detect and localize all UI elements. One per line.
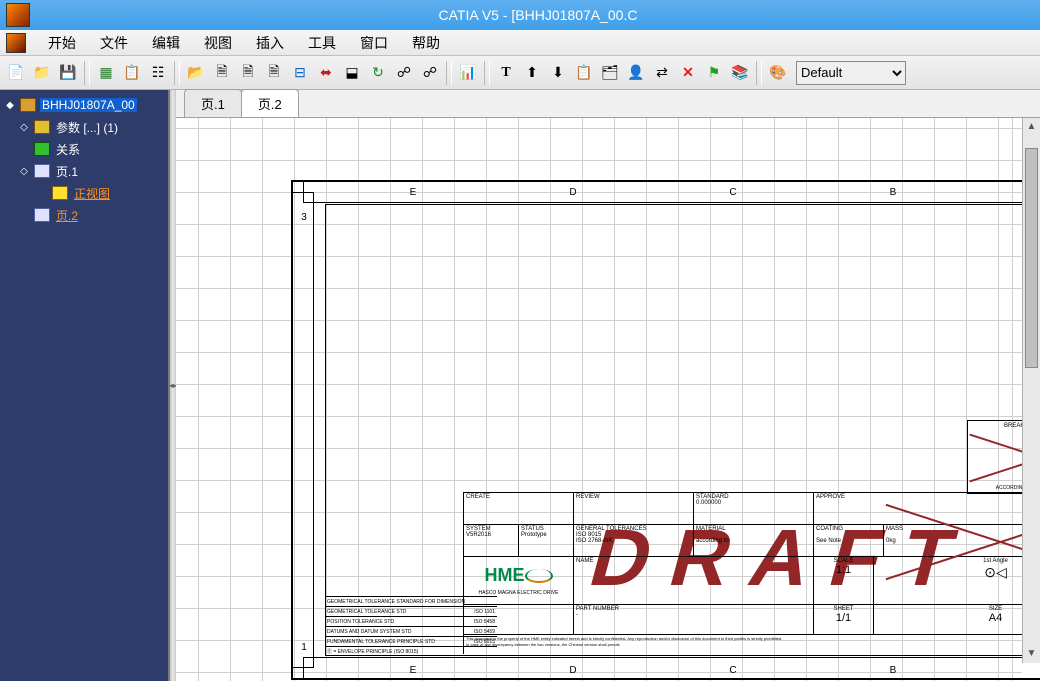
company-logo: HME [485, 565, 553, 586]
angle-cell: 1st Angle⊙◁ [873, 557, 1040, 604]
doc-icon[interactable] [6, 33, 26, 53]
std-r2: POSITION TOLERANCE STDISO 5458 [325, 616, 497, 626]
tree-sheet1[interactable]: ◇页.1 [2, 160, 166, 182]
ref-icon[interactable]: ⬓ [340, 61, 364, 85]
std-r5: Ⓔ = ENVELOPE PRINCIPLE (ISO 8015) [325, 646, 497, 656]
chart-icon[interactable]: 📊 [456, 61, 480, 85]
standards-table: GEOMETRICAL TOLERANCE STANDARD FOR DIMEN… [325, 596, 497, 656]
flag-icon[interactable]: ⚑ [702, 61, 726, 85]
sheet-icon [34, 208, 50, 222]
new-icon[interactable]: 📄 [4, 61, 28, 85]
approve-label: APPROVE [813, 493, 1040, 524]
system-cell: SYSTEMV5R2016 [463, 525, 518, 556]
table-icon[interactable]: ▦ [94, 61, 118, 85]
drawing-canvas[interactable]: E D C B A E D C B A 3 1 2 1 [176, 118, 1022, 681]
books-icon[interactable]: 📚 [728, 61, 752, 85]
create-label: CREATE [463, 493, 573, 524]
sheet-icon [34, 164, 50, 178]
workspace: ◆BHHJ01807A_00 ◇参数 [...] (1) 关系 ◇页.1 正视图… [0, 90, 1040, 681]
save-icon[interactable]: 💾 [56, 61, 80, 85]
relations-icon [34, 142, 50, 156]
menu-window[interactable]: 窗口 [348, 31, 400, 55]
legal-cell: This document is the property of the HME… [463, 635, 1040, 654]
menu-edit[interactable]: 编辑 [140, 31, 192, 55]
drawing-area: 页.1 页.2 E D C B A E D C B A 3 1 [176, 90, 1040, 681]
delete-icon[interactable]: ✕ [676, 61, 700, 85]
menu-tools[interactable]: 工具 [296, 31, 348, 55]
tree-icon[interactable]: ⊟ [288, 61, 312, 85]
text-icon[interactable]: T [494, 61, 518, 85]
coating-cell: COATINGSee Note [813, 525, 883, 556]
export-dn-icon[interactable]: ⬇ [546, 61, 570, 85]
doc-icon-3[interactable]: 🗎 [262, 61, 286, 85]
scroll-up-icon[interactable]: ▲ [1023, 118, 1040, 136]
sheet-cell: SHEET1/1 [813, 605, 873, 634]
axis-left [292, 192, 314, 668]
tree-root[interactable]: ◆BHHJ01807A_00 [2, 94, 166, 116]
scroll-thumb[interactable] [1025, 148, 1038, 368]
palette-icon[interactable]: 🎨 [766, 61, 790, 85]
drawing-viewport: E D C B A E D C B A 3 1 2 1 [176, 118, 1040, 681]
scroll-down-icon[interactable]: ▼ [1023, 645, 1040, 663]
axis-top [303, 181, 1040, 203]
title-block: CREATE REVIEW STANDARD0.000000 APPROVE S… [463, 492, 1040, 656]
style-select[interactable]: Default [796, 61, 906, 85]
spec-tree[interactable]: ◆BHHJ01807A_00 ◇参数 [...] (1) 关系 ◇页.1 正视图… [0, 90, 170, 681]
swap-icon[interactable]: ⇄ [650, 61, 674, 85]
gentol-cell: GENERAL TOLERANCESISO 8015ISO 2768-mK [573, 525, 693, 556]
std-r3: DATUMS AND DATUM SYSTEM STDISO 5459 [325, 626, 497, 636]
scale-cell: SCALE1:1 [813, 557, 873, 604]
vertical-scrollbar[interactable]: ▲ ▼ [1022, 118, 1040, 663]
mass-cell: MASS0kg [883, 525, 1040, 556]
tree-params[interactable]: ◇参数 [...] (1) [2, 116, 166, 138]
user-icon[interactable]: 👤 [624, 61, 648, 85]
drawing-icon [20, 98, 36, 112]
name-cell: NAME [573, 557, 813, 604]
toolbar: 📄 📁 💾 ▦ 📋 ☷ 📂 🗎 🗎 🗎 ⊟ ⬌ ⬓ ↻ ☍ ☍ 📊 T ⬆ ⬇ … [0, 56, 1040, 90]
clipboard-icon[interactable]: 📋 [572, 61, 596, 85]
std-r4: FUNDAMENTAL TOLERANCE PRINCIPLE STDISO 8… [325, 636, 497, 646]
doc-icon-2[interactable]: 🗎 [236, 61, 260, 85]
doc-icon-1[interactable]: 🗎 [210, 61, 234, 85]
sheet-icon[interactable]: 📋 [120, 61, 144, 85]
tab-sheet1[interactable]: 页.1 [184, 89, 242, 117]
status-cell: STATUSPrototype [518, 525, 573, 556]
window-title: CATIA V5 - [BHHJ01807A_00.C [36, 7, 1040, 23]
review-label: REVIEW [573, 493, 693, 524]
sheet-frame: E D C B A E D C B A 3 1 2 1 [291, 180, 1040, 680]
menu-view[interactable]: 视图 [192, 31, 244, 55]
axis-bottom [303, 657, 1040, 679]
std-title: GEOMETRICAL TOLERANCE STANDARD FOR DIMEN… [325, 596, 497, 606]
menu-file[interactable]: 文件 [88, 31, 140, 55]
sheet-tabs: 页.1 页.2 [176, 90, 1040, 118]
menu-help[interactable]: 帮助 [400, 31, 452, 55]
open-icon[interactable]: 📁 [30, 61, 54, 85]
props-icon[interactable]: 🗂 [598, 61, 622, 85]
link-icon[interactable]: ⬌ [314, 61, 338, 85]
export-up-icon[interactable]: ⬆ [520, 61, 544, 85]
menubar: 开始 文件 编辑 视图 插入 工具 窗口 帮助 [0, 30, 1040, 56]
size-cell: SIZEA4 [873, 605, 1040, 634]
menu-start[interactable]: 开始 [36, 31, 88, 55]
partnum-cell: PART NUMBER- [573, 605, 813, 634]
tree-frontview[interactable]: 正视图 [2, 182, 166, 204]
folder-open-icon[interactable]: 📂 [184, 61, 208, 85]
view-icon [52, 186, 68, 200]
titlebar: CATIA V5 - [BHHJ01807A_00.C [0, 0, 1040, 30]
menu-insert[interactable]: 插入 [244, 31, 296, 55]
tree-relations[interactable]: 关系 [2, 138, 166, 160]
params-icon [34, 120, 50, 134]
refresh-icon[interactable]: ↻ [366, 61, 390, 85]
list-icon[interactable]: ☷ [146, 61, 170, 85]
std-r1: GEOMETRICAL TOLERANCE STDISO 1101 [325, 606, 497, 616]
app-logo-icon [6, 3, 30, 27]
net1-icon[interactable]: ☍ [392, 61, 416, 85]
tree-sheet2[interactable]: 页.2 [2, 204, 166, 226]
standard-label: STANDARD0.000000 [693, 493, 813, 524]
material-cell: MATERIALaccording to [693, 525, 813, 556]
net2-icon[interactable]: ☍ [418, 61, 442, 85]
tab-sheet2[interactable]: 页.2 [241, 89, 299, 117]
